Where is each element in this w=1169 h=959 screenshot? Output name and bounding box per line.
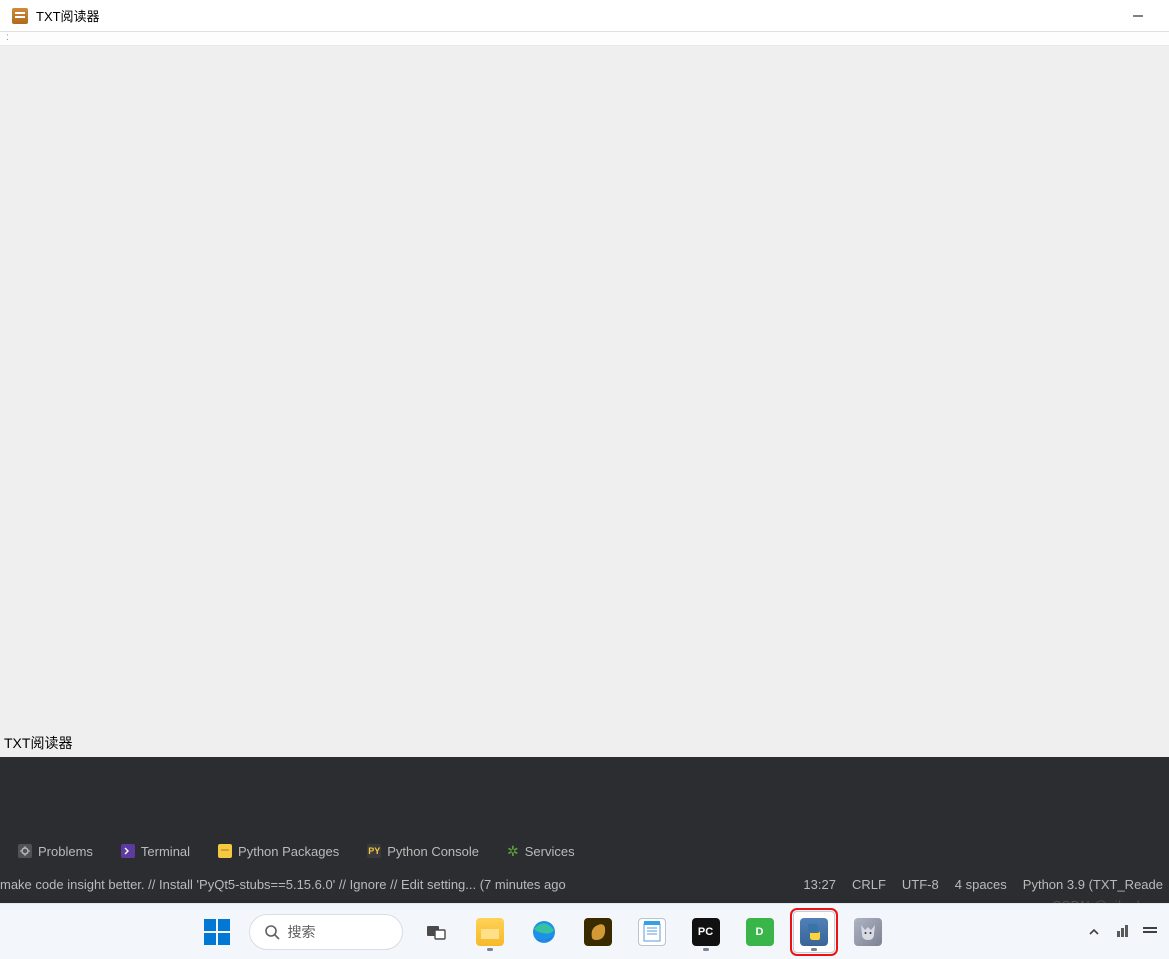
tab-python-console[interactable]: PY Python Console xyxy=(367,844,479,859)
search-icon xyxy=(264,924,280,940)
taskbar-python-active[interactable] xyxy=(793,911,835,953)
windows-taskbar: 搜索 PC xyxy=(0,903,1169,959)
tab-services[interactable]: ✲ Services xyxy=(507,843,575,860)
taskview-button[interactable] xyxy=(415,911,457,953)
menubar-hint: : xyxy=(6,32,9,43)
ide-status-bar: make code insight better. // Install 'Py… xyxy=(0,870,1169,898)
menubar[interactable]: : xyxy=(0,32,1169,46)
taskbar-dbeaver[interactable] xyxy=(577,911,619,953)
reader-content[interactable] xyxy=(0,46,1169,757)
tab-python-packages[interactable]: Python Packages xyxy=(218,844,339,859)
minimize-button[interactable] xyxy=(1115,0,1161,32)
tray-app-icon[interactable] xyxy=(1113,923,1131,941)
folder-icon xyxy=(476,918,504,946)
windows-icon xyxy=(204,919,230,945)
ide-tool-tabs: Problems Terminal Python Packages PY Pyt… xyxy=(0,836,1169,866)
system-tray xyxy=(1085,923,1169,941)
taskbar-d[interactable]: D xyxy=(739,911,781,953)
python-app-icon xyxy=(800,918,828,946)
status-indent[interactable]: 4 spaces xyxy=(955,877,1007,892)
taskbar-misc[interactable] xyxy=(847,911,889,953)
pycharm-icon: PC xyxy=(692,918,720,946)
taskbar-notepad[interactable] xyxy=(631,911,673,953)
status-interpreter[interactable]: Python 3.9 (TXT_Reade xyxy=(1023,877,1163,892)
tab-terminal[interactable]: Terminal xyxy=(121,844,190,859)
search-placeholder: 搜索 xyxy=(288,922,316,942)
services-icon: ✲ xyxy=(507,843,519,860)
wolf-icon xyxy=(854,918,882,946)
package-icon xyxy=(218,844,232,858)
bug-icon xyxy=(18,844,32,858)
tab-problems-label: Problems xyxy=(38,844,93,859)
dbeaver-icon xyxy=(584,918,612,946)
start-button[interactable] xyxy=(197,912,237,952)
ide-status-message[interactable]: make code insight better. // Install 'Py… xyxy=(0,877,803,892)
status-col[interactable]: 13:27 xyxy=(803,877,836,892)
app-icon xyxy=(12,8,28,24)
tab-console-label: Python Console xyxy=(387,844,479,859)
window-title: TXT阅读器 xyxy=(36,6,100,25)
titlebar[interactable]: TXT阅读器 xyxy=(0,0,1169,32)
app-window: TXT阅读器 : TXT阅读器 xyxy=(0,0,1169,757)
status-line-separator[interactable]: CRLF xyxy=(852,877,886,892)
tab-problems[interactable]: Problems xyxy=(18,844,93,859)
status-encoding[interactable]: UTF-8 xyxy=(902,877,939,892)
terminal-icon xyxy=(121,844,135,858)
tray-more-icon[interactable] xyxy=(1141,923,1159,941)
status-label: TXT阅读器 xyxy=(4,733,72,753)
notepad-icon xyxy=(638,918,666,946)
taskbar-pycharm[interactable]: PC xyxy=(685,911,727,953)
edge-icon xyxy=(530,918,558,946)
tab-packages-label: Python Packages xyxy=(238,844,339,859)
taskbar-search[interactable]: 搜索 xyxy=(249,914,403,950)
taskbar-explorer[interactable] xyxy=(469,911,511,953)
python-icon: PY xyxy=(367,844,381,858)
taskview-icon xyxy=(422,918,450,946)
d-icon: D xyxy=(746,918,774,946)
tray-chevron-icon[interactable] xyxy=(1085,923,1103,941)
tab-services-label: Services xyxy=(525,844,575,859)
tab-terminal-label: Terminal xyxy=(141,844,190,859)
taskbar-edge[interactable] xyxy=(523,911,565,953)
